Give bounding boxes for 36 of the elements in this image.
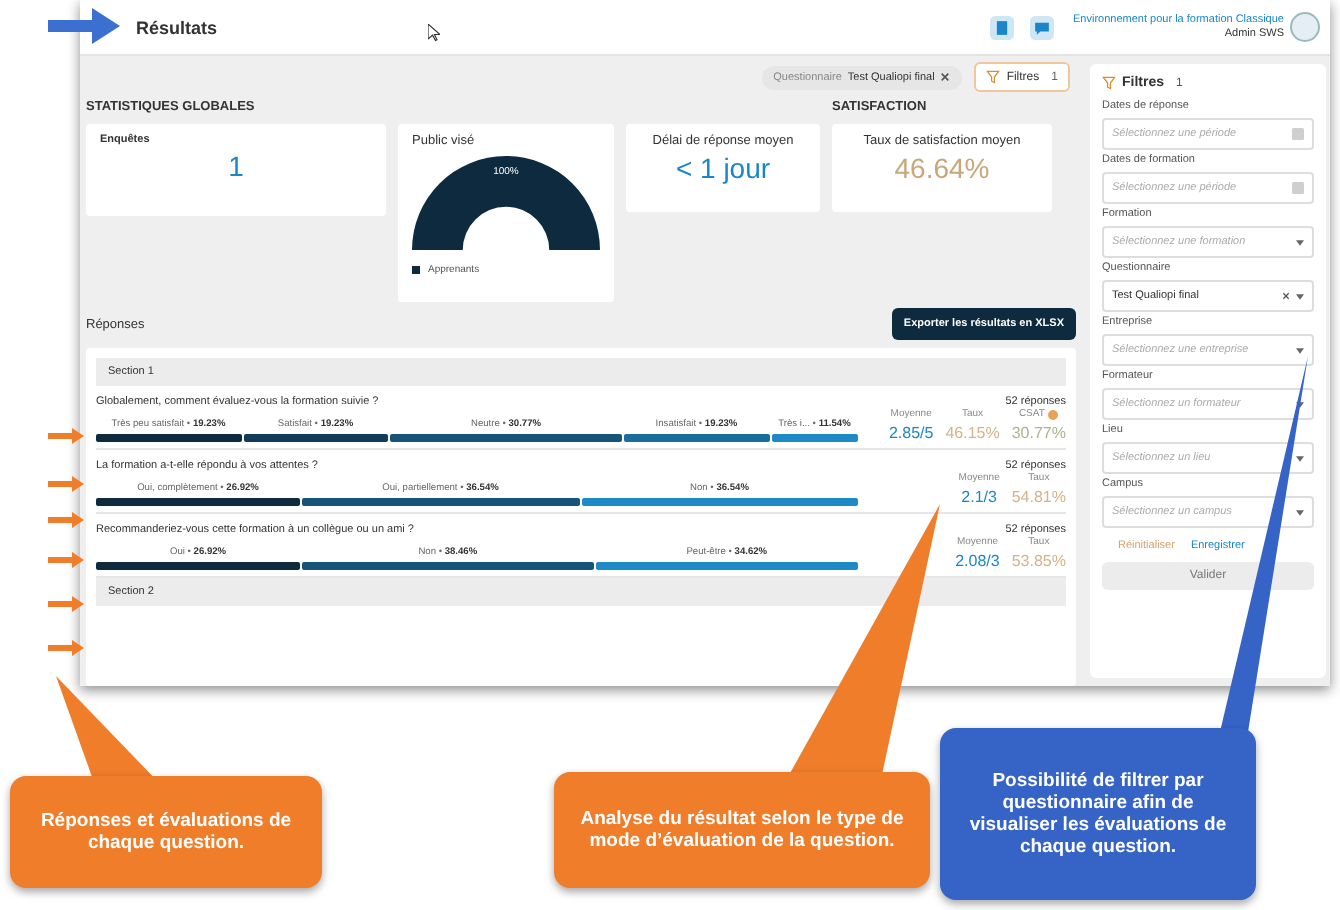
arrow-icon [48, 512, 84, 528]
avatar[interactable] [1290, 12, 1320, 42]
metric-value: 2.85/5 [888, 424, 934, 442]
arrow-icon [48, 476, 84, 492]
help-icon[interactable] [1048, 409, 1059, 419]
metric-value: 46.15% [945, 424, 1000, 442]
arrow-icon [48, 8, 120, 44]
calendar-icon [1292, 182, 1304, 194]
cursor-icon [428, 24, 440, 42]
caret-icon [1296, 239, 1304, 245]
card-value: < 1 jour [675, 152, 771, 184]
book-icon[interactable] [989, 15, 1014, 39]
filter-icon [1102, 76, 1116, 90]
callout-box: Analyse du résultat selon le type de mode d’évaluation de la question. [554, 772, 930, 888]
card-value: 46.64% [894, 152, 990, 184]
metric-value: 2.08/3 [955, 552, 1000, 570]
calendar-icon [1292, 128, 1304, 140]
chat-icon[interactable] [1029, 15, 1054, 39]
card-value: 1 [228, 150, 244, 182]
arrow-icon [48, 640, 84, 656]
caret-icon [1296, 509, 1304, 515]
arrow-icon [48, 428, 84, 444]
metric-value: 54.81% [1011, 488, 1066, 506]
callout-box: Possibilité de filtrer par questionnaire afin de visualiser les évaluations de chaque question. [940, 728, 1256, 900]
metric-value: 53.85% [1011, 552, 1066, 570]
filter-icon [986, 70, 1001, 84]
arrow-icon [48, 552, 84, 568]
close-icon[interactable] [1282, 292, 1290, 300]
metric-value: 30.77% [1011, 424, 1066, 442]
arrow-icon [48, 596, 84, 612]
caret-icon [1296, 293, 1304, 299]
close-icon[interactable] [940, 72, 951, 82]
caret-icon [1296, 455, 1304, 461]
metric-value: 2.1/3 [961, 488, 997, 506]
page-title: Résultats [136, 17, 218, 37]
legend-swatch [412, 266, 420, 274]
